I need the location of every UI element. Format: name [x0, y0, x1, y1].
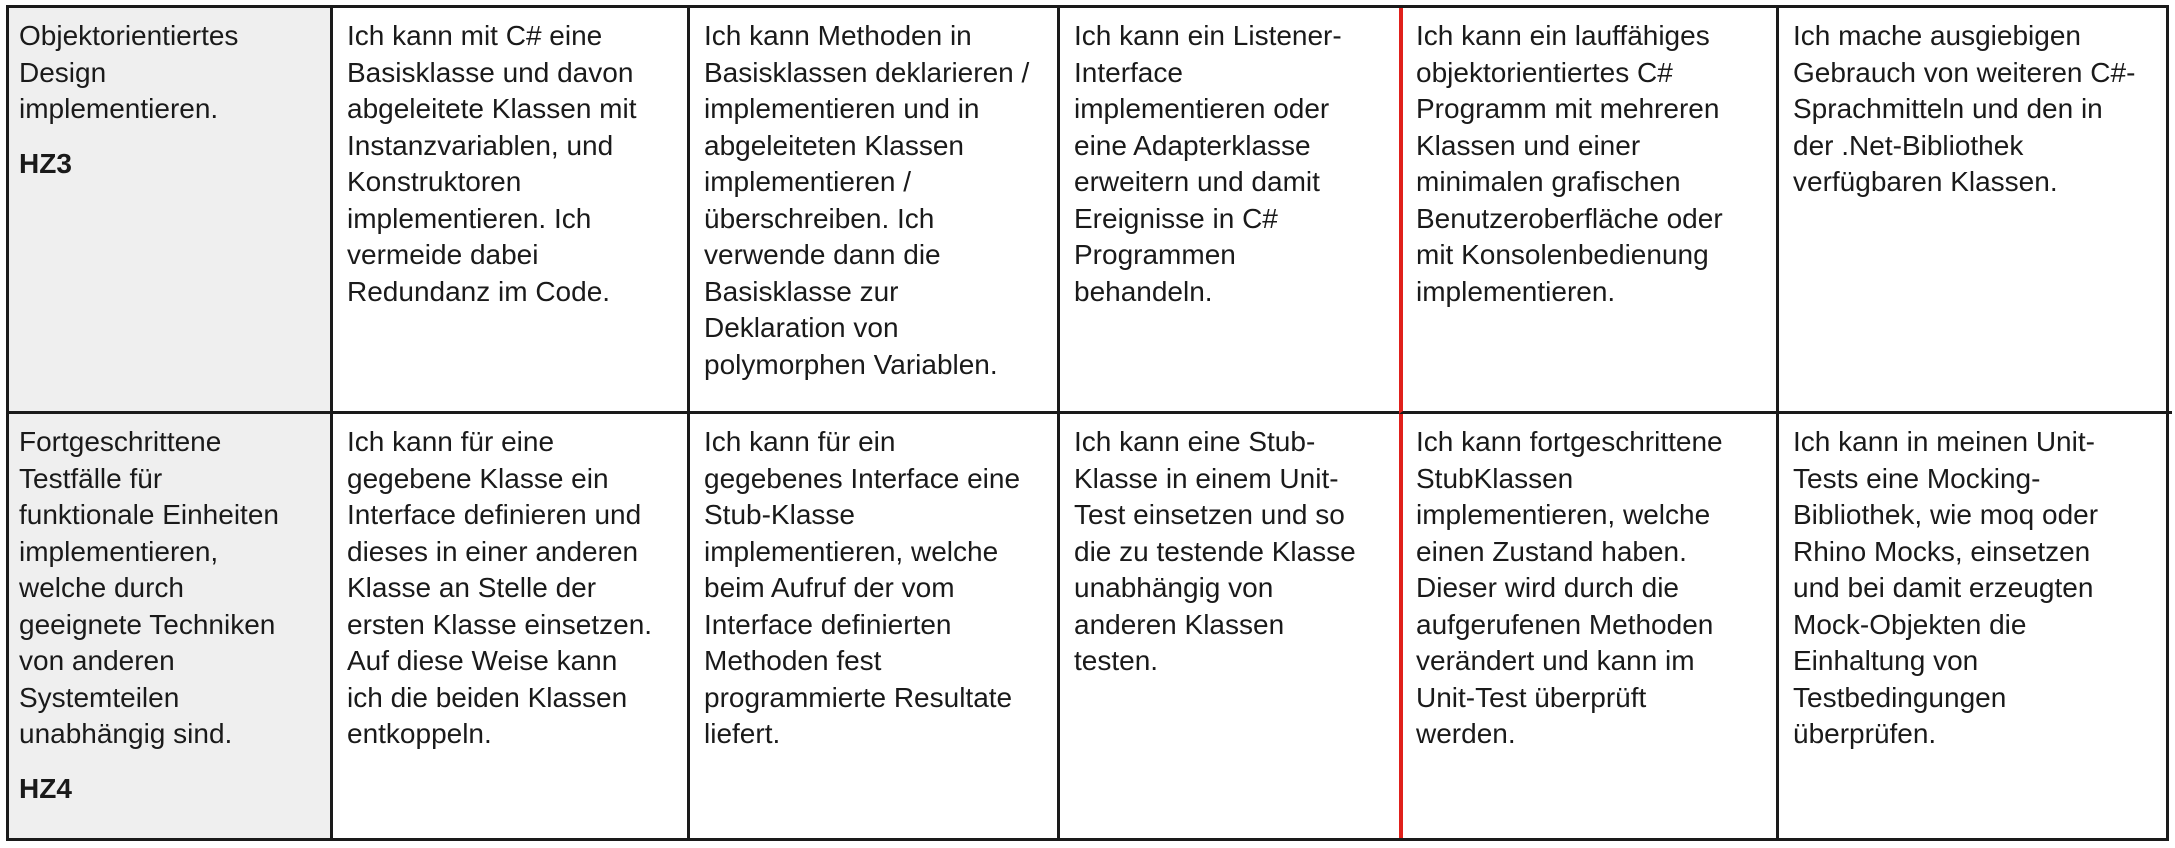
competency-table: Objektorientiertes Design implementieren… — [6, 5, 2172, 841]
level-cell: Ich kann mit C# eine Basisklasse und dav… — [333, 8, 690, 414]
level-cell: Ich kann Methoden in Basisklassen deklar… — [690, 8, 1060, 414]
level-text: Ich kann fortgeschrittene StubKlassen im… — [1416, 426, 1723, 749]
level-text: Ich kann mit C# eine Basisklasse und dav… — [347, 20, 637, 307]
level-text: Ich kann eine Stub- Klasse in einem Unit… — [1074, 426, 1356, 676]
level-text: Ich kann für eine gegebene Klasse ein In… — [347, 426, 653, 749]
level-text: Ich mache ausgiebigen Gebrauch von weite… — [1793, 20, 2136, 197]
level-cell: Ich kann ein Listener- Interface impleme… — [1060, 8, 1402, 414]
topic-text: Objektorientiertes Design implementieren… — [19, 20, 239, 124]
topic-cell-hz3: Objektorientiertes Design implementieren… — [9, 8, 333, 414]
level-text: Ich kann für ein gegebenes Interface ein… — [704, 426, 1021, 749]
level-cell-highlighted: Ich kann ein lauffähiges objektorientier… — [1399, 8, 1779, 414]
level-cell: Ich kann eine Stub- Klasse in einem Unit… — [1060, 414, 1402, 838]
level-cell: Ich kann für ein gegebenes Interface ein… — [690, 414, 1060, 838]
topic-text: Fortgeschrittene Testfälle für funktiona… — [19, 426, 279, 749]
level-cell: Ich kann in meinen Unit- Tests eine Mock… — [1779, 414, 2172, 838]
level-text: Ich kann in meinen Unit- Tests eine Mock… — [1793, 426, 2099, 749]
level-cell-highlighted: Ich kann fortgeschrittene StubKlassen im… — [1399, 414, 1779, 838]
level-cell: Ich kann für eine gegebene Klasse ein In… — [333, 414, 690, 838]
topic-code: HZ4 — [19, 772, 72, 804]
topic-code: HZ3 — [19, 147, 72, 179]
topic-cell-hz4: Fortgeschrittene Testfälle für funktiona… — [9, 414, 333, 838]
level-text: Ich kann ein lauffähiges objektorientier… — [1416, 20, 1723, 307]
level-text: Ich kann ein Listener- Interface impleme… — [1074, 20, 1342, 307]
level-text: Ich kann Methoden in Basisklassen deklar… — [704, 20, 1030, 380]
level-cell: Ich mache ausgiebigen Gebrauch von weite… — [1779, 8, 2172, 414]
